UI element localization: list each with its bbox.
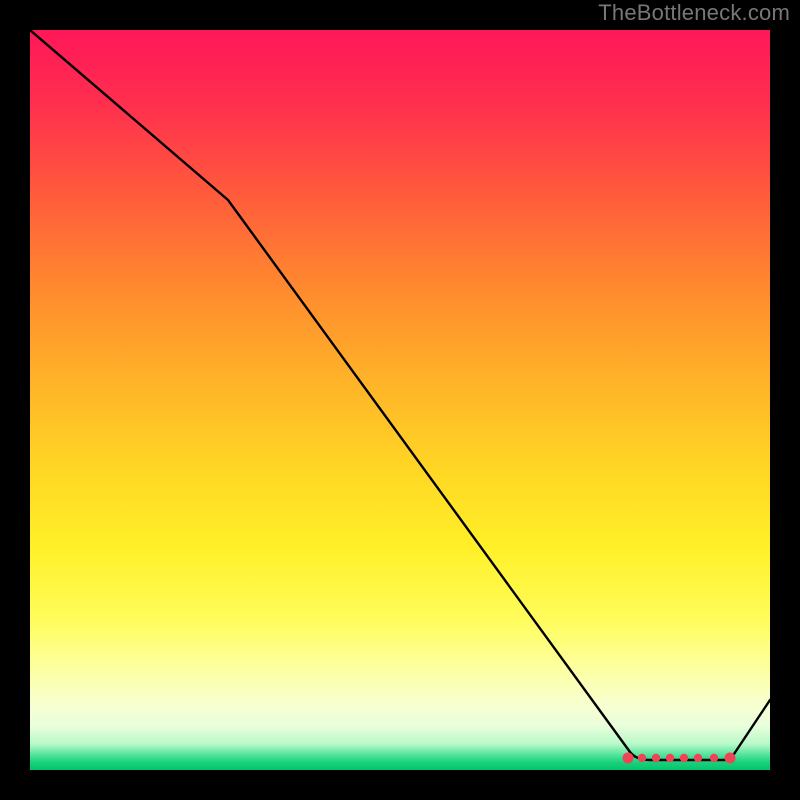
optimum-marker [680,754,688,762]
chart-svg [30,30,770,770]
plot-area [30,30,770,770]
optimum-marker [666,754,674,762]
optimum-marker [623,753,634,764]
bottleneck-curve [30,30,770,760]
optimum-marker [725,753,736,764]
optimum-marker [694,754,702,762]
optimum-markers [623,753,736,764]
optimum-marker [710,754,718,762]
optimum-marker [638,754,646,762]
chart-frame: TheBottleneck.com [0,0,800,800]
optimum-marker [652,754,660,762]
attribution-text: TheBottleneck.com [598,0,790,26]
